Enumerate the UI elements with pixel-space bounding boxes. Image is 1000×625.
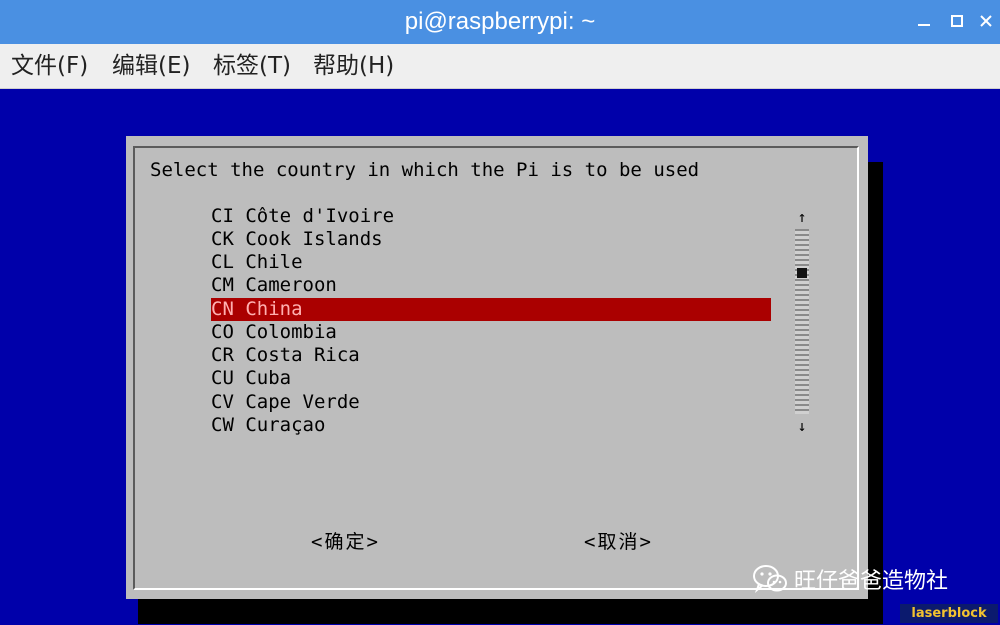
scrollbar-track[interactable] — [795, 229, 809, 414]
country-option-cu[interactable]: CU Cuba — [211, 367, 771, 390]
menu-edit[interactable]: 编辑(E) — [112, 44, 190, 88]
window-title: pi@raspberrypi: ~ — [404, 8, 596, 35]
dialog-prompt: Select the country in which the Pi is to… — [150, 159, 700, 181]
country-option-cw[interactable]: CW Curaçao — [211, 414, 771, 437]
watermark: 旺仔爸爸造物社 — [752, 563, 948, 595]
country-option-cm[interactable]: CM Cameroon — [211, 274, 771, 297]
country-option-ck[interactable]: CK Cook Islands — [211, 228, 771, 251]
window-titlebar[interactable]: pi@raspberrypi: ~ — [0, 0, 1000, 44]
wechat-icon — [753, 565, 787, 594]
country-option-cn-selected[interactable]: CN China — [211, 298, 771, 321]
close-icon — [980, 15, 992, 27]
ok-button[interactable]: <确定> — [311, 529, 380, 555]
menu-bar: 文件(F) 编辑(E) 标签(T) 帮助(H) — [0, 44, 1000, 89]
cancel-button[interactable]: <取消> — [584, 529, 653, 555]
country-option-cr[interactable]: CR Costa Rica — [211, 344, 771, 367]
scrollbar-thumb[interactable] — [797, 268, 807, 278]
scroll-down-arrow-icon[interactable]: ↓ — [795, 419, 809, 434]
country-option-co[interactable]: CO Colombia — [211, 321, 771, 344]
close-button[interactable] — [975, 10, 997, 32]
maximize-button[interactable] — [946, 10, 968, 32]
minimize-icon — [918, 24, 930, 26]
minimize-button[interactable] — [913, 10, 935, 32]
maximize-icon — [951, 15, 963, 27]
country-option-cv[interactable]: CV Cape Verde — [211, 391, 771, 414]
country-option-cl[interactable]: CL Chile — [211, 251, 771, 274]
country-option-ci[interactable]: CI Côte d'Ivoire — [211, 205, 771, 228]
watermark-tag: laserblock — [900, 604, 998, 623]
menu-tabs[interactable]: 标签(T) — [213, 44, 291, 88]
menu-help[interactable]: 帮助(H) — [313, 44, 394, 88]
menu-file[interactable]: 文件(F) — [11, 44, 88, 88]
watermark-text: 旺仔爸爸造物社 — [794, 569, 949, 594]
scroll-up-arrow-icon[interactable]: ↑ — [795, 210, 809, 225]
